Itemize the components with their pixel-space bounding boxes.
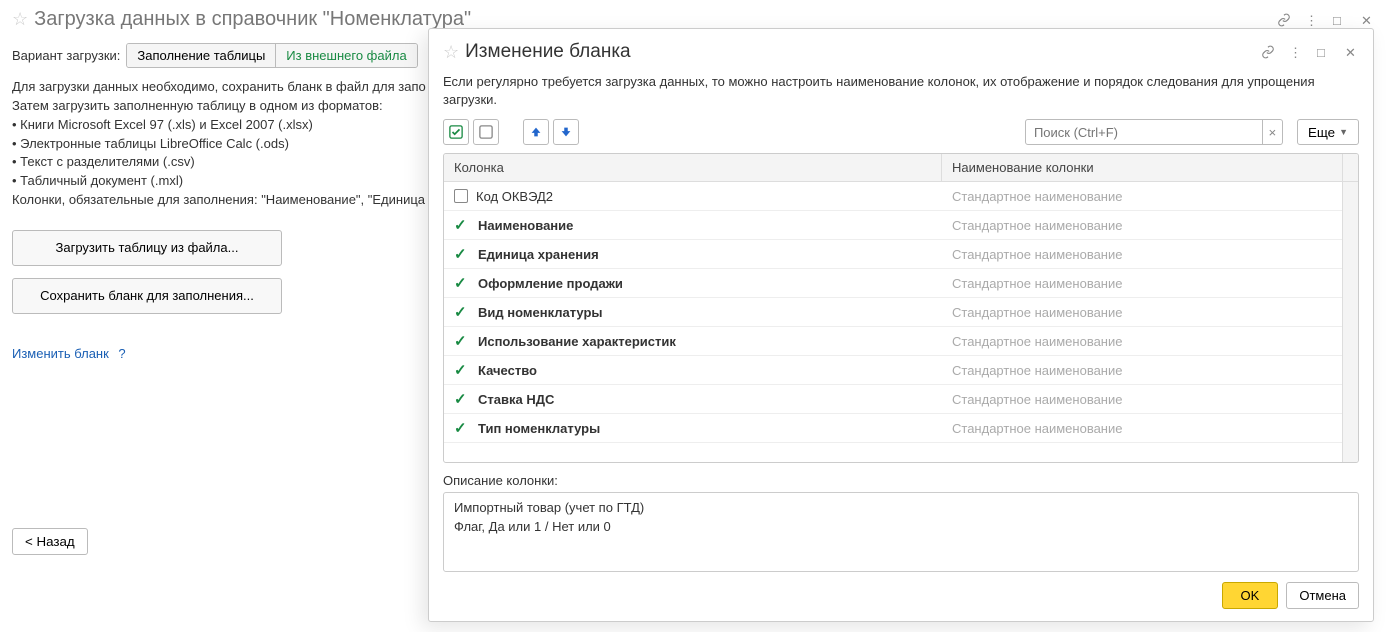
table-row[interactable]: ✓ Оформление продажи Стандартное наименова…: [444, 269, 1342, 298]
edit-blank-link[interactable]: Изменить бланк: [12, 346, 109, 361]
td-column: ✓ Качество: [444, 361, 942, 379]
row-name-label: Оформление продажи: [478, 276, 623, 291]
table-row[interactable]: ✓ Вид номенклатуры Стандартное наименовани…: [444, 298, 1342, 327]
td-column: ✓ Использование характеристик: [444, 332, 942, 350]
row-name-label: Наименование: [478, 218, 573, 233]
modal-description: Если регулярно требуется загрузка данных…: [443, 73, 1359, 109]
td-column: ✓ Тип номенклатуры: [444, 419, 942, 437]
td-naming[interactable]: Стандартное наименование: [942, 247, 1342, 262]
check-icon[interactable]: ✓: [454, 361, 470, 379]
table-row[interactable]: ✓ Тип номенклатуры Стандартное наименовани…: [444, 414, 1342, 443]
row-name-label: Использование характеристик: [478, 334, 676, 349]
move-group: [523, 119, 579, 145]
td-naming[interactable]: Стандартное наименование: [942, 218, 1342, 233]
row-name-label: Вид номенклатуры: [478, 305, 603, 320]
cancel-button[interactable]: Отмена: [1286, 582, 1359, 609]
vertical-scrollbar[interactable]: [1342, 182, 1358, 462]
modal-title: Изменение бланка: [465, 41, 630, 63]
columns-table: Колонка Наименование колонки Код ОКВЭД2 С…: [443, 153, 1359, 463]
td-naming[interactable]: Стандартное наименование: [942, 334, 1342, 349]
row-name-label: Тип номенклатуры: [478, 421, 600, 436]
table-body: Код ОКВЭД2 Стандартное наименование ✓ Наиме…: [444, 182, 1342, 462]
row-name-label: Качество: [478, 363, 537, 378]
close-icon[interactable]: ✕: [1361, 13, 1375, 27]
variant-label: Вариант загрузки:: [12, 48, 120, 63]
modal-footer: OK Отмена: [443, 582, 1359, 609]
td-column: ✓ Наименование: [444, 216, 942, 234]
check-icon[interactable]: ✓: [454, 303, 470, 321]
td-naming[interactable]: Стандартное наименование: [942, 276, 1342, 291]
table-row[interactable]: ✓ Качество Стандартное наименование: [444, 356, 1342, 385]
td-column: ✓ Ставка НДС: [444, 390, 942, 408]
toolbar: × Еще ▼: [443, 119, 1359, 145]
seg-fill-table[interactable]: Заполнение таблицы: [127, 44, 275, 67]
check-icon[interactable]: ✓: [454, 274, 470, 292]
td-naming[interactable]: Стандартное наименование: [942, 363, 1342, 378]
link-icon[interactable]: [1261, 45, 1275, 59]
link-icon[interactable]: [1277, 13, 1291, 27]
scroll-header: [1342, 154, 1358, 181]
table-row[interactable]: ✓ Единица хранения Стандартное наименовани…: [444, 240, 1342, 269]
move-up-button[interactable]: [523, 119, 549, 145]
table-head: Колонка Наименование колонки: [444, 154, 1358, 182]
bg-header-icons: ⋮ □ ✕: [1277, 13, 1375, 27]
load-from-file-button[interactable]: Загрузить таблицу из файла...: [12, 230, 282, 266]
td-naming[interactable]: Стандартное наименование: [942, 189, 1342, 204]
star-icon[interactable]: ☆: [443, 42, 459, 63]
check-icon[interactable]: ✓: [454, 245, 470, 263]
search-box: ×: [1025, 119, 1283, 145]
table-row[interactable]: ✓ Наименование Стандартное наименование: [444, 211, 1342, 240]
td-naming[interactable]: Стандартное наименование: [942, 421, 1342, 436]
kebab-icon[interactable]: ⋮: [1305, 13, 1319, 27]
th-column[interactable]: Колонка: [444, 154, 942, 181]
edit-blank-row: Изменить бланк ?: [12, 326, 126, 361]
th-column-name[interactable]: Наименование колонки: [942, 154, 1342, 181]
td-naming[interactable]: Стандартное наименование: [942, 392, 1342, 407]
seg-from-file[interactable]: Из внешнего файла: [275, 44, 416, 67]
move-down-button[interactable]: [553, 119, 579, 145]
chevron-down-icon: ▼: [1339, 127, 1348, 137]
table-row[interactable]: ✓ Ставка НДС Стандартное наименование: [444, 385, 1342, 414]
clear-search-button[interactable]: ×: [1263, 119, 1283, 145]
variant-toggle: Заполнение таблицы Из внешнего файла: [126, 43, 417, 68]
check-icon[interactable]: ✓: [454, 216, 470, 234]
column-desc-box[interactable]: Импортный товар (учет по ГТД) Флаг, Да и…: [443, 492, 1359, 572]
star-icon[interactable]: ☆: [12, 9, 28, 30]
td-column: ✓ Оформление продажи: [444, 274, 942, 292]
row-name-label: Ставка НДС: [478, 392, 554, 407]
check-icon[interactable]: ✓: [454, 332, 470, 350]
kebab-icon[interactable]: ⋮: [1289, 45, 1303, 59]
checkbox-empty-icon[interactable]: [454, 189, 468, 203]
row-name-label: Единица хранения: [478, 247, 599, 262]
check-all-button[interactable]: [443, 119, 469, 145]
maximize-icon[interactable]: □: [1333, 13, 1347, 27]
td-column: ✓ Единица хранения: [444, 245, 942, 263]
help-icon[interactable]: ?: [118, 346, 125, 361]
check-icon[interactable]: ✓: [454, 390, 470, 408]
td-column: ✓ Вид номенклатуры: [444, 303, 942, 321]
desc-line: Импортный товар (учет по ГТД): [454, 499, 1348, 517]
td-naming[interactable]: Стандартное наименование: [942, 305, 1342, 320]
table-row[interactable]: Код ОКВЭД2 Стандартное наименование: [444, 182, 1342, 211]
close-icon[interactable]: ✕: [1345, 45, 1359, 59]
save-blank-button[interactable]: Сохранить бланк для заполнения...: [12, 278, 282, 314]
check-group: [443, 119, 499, 145]
column-desc-label: Описание колонки:: [443, 473, 1359, 488]
bg-title: Загрузка данных в справочник "Номенклату…: [34, 8, 471, 31]
more-label: Еще: [1308, 125, 1335, 140]
desc-line: Флаг, Да или 1 / Нет или 0: [454, 518, 1348, 536]
row-name-label: Код ОКВЭД2: [476, 189, 553, 204]
maximize-icon[interactable]: □: [1317, 45, 1331, 59]
more-button[interactable]: Еще ▼: [1297, 119, 1359, 145]
table-row[interactable]: ✓ Использование характеристик Стандартное …: [444, 327, 1342, 356]
td-column: Код ОКВЭД2: [444, 189, 942, 204]
modal-header-icons: ⋮ □ ✕: [1261, 45, 1359, 59]
edit-blank-modal: ☆ Изменение бланка ⋮ □ ✕ Если регулярно …: [428, 28, 1374, 622]
back-button[interactable]: < Назад: [12, 528, 88, 555]
ok-button[interactable]: OK: [1222, 582, 1279, 609]
uncheck-all-button[interactable]: [473, 119, 499, 145]
check-icon[interactable]: ✓: [454, 419, 470, 437]
search-input[interactable]: [1025, 119, 1263, 145]
modal-header: ☆ Изменение бланка ⋮ □ ✕: [443, 41, 1359, 63]
